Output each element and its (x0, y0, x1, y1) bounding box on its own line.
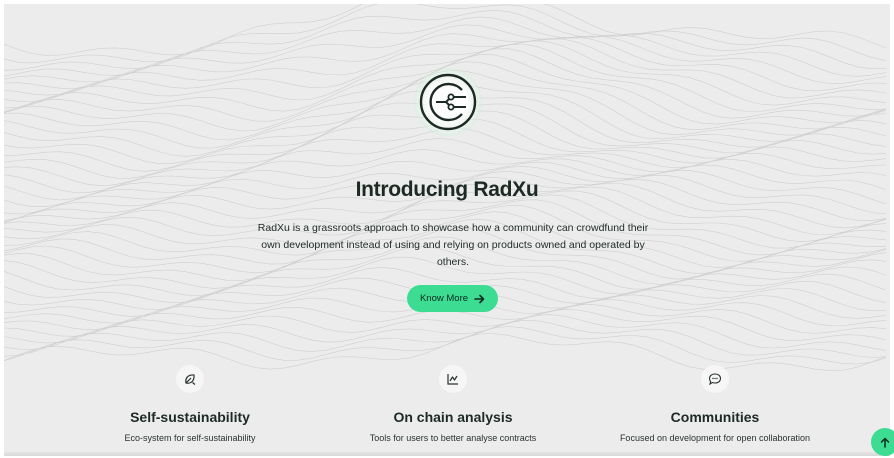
line-chart-icon (439, 365, 467, 393)
chat-bubble-icon (701, 365, 729, 393)
feature-title: Communities (670, 409, 760, 425)
contour-line (4, 320, 887, 358)
feature-communities: Communities Focused on development for o… (585, 365, 845, 443)
page-title: Introducing RadXu (355, 178, 539, 201)
scroll-to-top-button[interactable] (871, 428, 894, 456)
hero-description: RadXu is a grassroots approach to showca… (257, 222, 649, 268)
feature-on-chain-analysis: On chain analysis Tools for users to bet… (323, 365, 583, 443)
feature-self-sustainability: Self-sustainability Eco-system for self-… (60, 365, 320, 443)
radxu-logo (414, 68, 482, 136)
arrow-up-icon (880, 437, 890, 448)
contour-line (4, 4, 887, 56)
feature-description: Eco-system for self-sustainability (124, 433, 256, 443)
feature-description: Tools for users to better analyse contra… (369, 433, 537, 443)
contour-line (4, 4, 887, 64)
bottom-divider (4, 452, 890, 456)
contour-line (4, 9, 887, 71)
feature-description: Focused on development for open collabor… (619, 433, 811, 443)
arrow-right-icon (474, 294, 485, 303)
circuit-logo-icon (419, 73, 477, 131)
know-more-label: Know More (419, 293, 469, 304)
leaf-icon (176, 365, 204, 393)
feature-title: Self-sustainability (130, 409, 250, 425)
feature-title: On chain analysis (393, 409, 513, 425)
know-more-button[interactable]: Know More (407, 285, 498, 312)
